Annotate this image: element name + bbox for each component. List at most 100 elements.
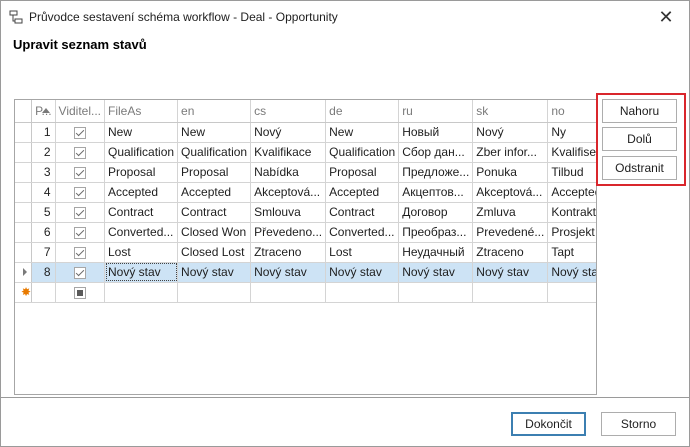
cell-no[interactable]: Kontrakt [547,202,596,223]
cell-visible[interactable] [55,222,106,243]
table-row[interactable]: 6 Converted... Closed Won Převedeno... Conve… [15,222,596,243]
cell-fileas[interactable]: Nový stav [104,262,179,283]
column-header-sk[interactable]: sk [472,100,549,123]
cell-ru[interactable]: Новый [398,122,474,143]
new-cell-fileas[interactable] [104,282,179,303]
cell-en[interactable]: Closed Won [177,222,252,243]
cell-visible[interactable] [55,242,106,263]
new-cell-en[interactable] [177,282,252,303]
cell-position[interactable]: 4 [31,182,56,203]
column-header-position[interactable]: P... [31,100,56,123]
row-indicator[interactable] [15,202,33,223]
close-button[interactable]: ✕ [643,1,689,33]
cell-fileas[interactable]: Qualification [104,142,179,163]
cell-fileas[interactable]: Converted... [104,222,179,243]
cell-position[interactable]: 8 [31,262,56,283]
table-row[interactable]: 4 Accepted Accepted Akceptová... Accepted Акц… [15,182,596,203]
cell-visible[interactable] [55,202,106,223]
cell-cs[interactable]: Nový stav [250,262,327,283]
cell-de[interactable]: Nový stav [325,262,400,283]
close-icon[interactable]: ✕ [658,7,673,28]
cell-en[interactable]: Proposal [177,162,252,183]
new-row-indicator[interactable]: ✸ [15,282,33,303]
cell-ru[interactable]: Сбор дан... [398,142,474,163]
table-row[interactable]: 1 New New Nový New Новый Nový Ny [15,122,596,143]
cell-position[interactable]: 2 [31,142,56,163]
cell-en[interactable]: Nový stav [177,262,252,283]
cell-cs[interactable]: Nabídka [250,162,327,183]
column-header-fileas[interactable]: FileAs [104,100,179,123]
cell-no[interactable]: Tilbud [547,162,596,183]
cell-cs[interactable]: Kvalifikace [250,142,327,163]
move-up-button[interactable]: Nahoru [602,99,677,123]
states-grid[interactable]: P... Viditel... FileAs en cs de ru sk no… [14,99,597,395]
cell-de[interactable]: Converted... [325,222,400,243]
cell-ru[interactable]: Договор [398,202,474,223]
cell-sk[interactable]: Zmluva [472,202,549,223]
cell-sk[interactable]: Nový stav [472,262,549,283]
new-cell-cs[interactable] [250,282,327,303]
cell-sk[interactable]: Ponuka [472,162,549,183]
cell-en[interactable]: Qualification [177,142,252,163]
cell-cs[interactable]: Ztraceno [250,242,327,263]
table-row[interactable]: 7 Lost Closed Lost Ztraceno Lost Неудачный Ztr… [15,242,596,263]
cell-cs[interactable]: Akceptová... [250,182,327,203]
cell-fileas[interactable]: Proposal [104,162,179,183]
cell-de[interactable]: Lost [325,242,400,263]
cell-ru[interactable]: Nový stav [398,262,474,283]
new-cell-position[interactable] [31,282,56,303]
cell-de[interactable]: Proposal [325,162,400,183]
cell-fileas[interactable]: Lost [104,242,179,263]
cell-visible[interactable] [55,262,106,283]
table-row[interactable]: 5 Contract Contract Smlouva Contract Договор Z… [15,202,596,223]
row-indicator[interactable] [15,222,33,243]
column-header-cs[interactable]: cs [250,100,327,123]
visible-checkbox[interactable] [73,166,86,179]
cell-de[interactable]: Contract [325,202,400,223]
cell-visible[interactable] [55,162,106,183]
cell-visible[interactable] [55,142,106,163]
cell-sk[interactable]: Prevedené... [472,222,549,243]
new-cell-de[interactable] [325,282,400,303]
cell-en[interactable]: Closed Lost [177,242,252,263]
visible-checkbox[interactable] [73,206,86,219]
cell-position[interactable]: 7 [31,242,56,263]
new-visible-checkbox[interactable] [73,286,86,299]
row-indicator[interactable] [15,122,33,143]
cell-position[interactable]: 5 [31,202,56,223]
table-row[interactable]: 8 Nový stav Nový stav Nový stav Nový stav Nov… [15,262,596,283]
column-header-visible[interactable]: Viditel... [55,100,106,123]
cell-position[interactable]: 1 [31,122,56,143]
row-indicator[interactable] [15,182,33,203]
cell-visible[interactable] [55,122,106,143]
cell-ru[interactable]: Предложе... [398,162,474,183]
cell-no[interactable]: Prosjekt [547,222,596,243]
cell-de[interactable]: New [325,122,400,143]
new-row[interactable]: ✸ [15,282,596,303]
visible-checkbox[interactable] [73,126,86,139]
cell-sk[interactable]: Akceptová... [472,182,549,203]
column-header-ru[interactable]: ru [398,100,474,123]
column-header-de[interactable]: de [325,100,400,123]
row-indicator[interactable] [15,242,33,263]
column-header-no[interactable]: no [547,100,596,123]
move-down-button[interactable]: Dolů [602,127,677,151]
cell-position[interactable]: 6 [31,222,56,243]
visible-checkbox[interactable] [73,246,86,259]
cell-sk[interactable]: Zber infor... [472,142,549,163]
cell-en[interactable]: Accepted [177,182,252,203]
cell-de[interactable]: Qualification [325,142,400,163]
cell-de[interactable]: Accepted [325,182,400,203]
row-indicator[interactable] [15,262,33,283]
visible-checkbox[interactable] [73,266,86,279]
cell-cs[interactable]: Smlouva [250,202,327,223]
visible-checkbox[interactable] [73,146,86,159]
cell-ru[interactable]: Преобраз... [398,222,474,243]
cell-cs[interactable]: Nový [250,122,327,143]
new-cell-visible[interactable] [55,282,106,303]
table-row[interactable]: 2 Qualification Qualification Kvalifikace Qu… [15,142,596,163]
new-cell-ru[interactable] [398,282,474,303]
table-row[interactable]: 3 Proposal Proposal Nabídka Proposal Предложе… [15,162,596,183]
cell-fileas[interactable]: Accepted [104,182,179,203]
cancel-button[interactable]: Storno [601,412,676,436]
